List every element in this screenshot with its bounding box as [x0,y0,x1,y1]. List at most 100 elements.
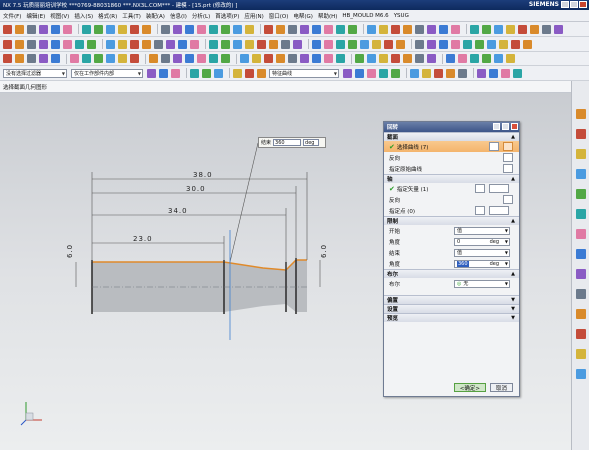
reverse-axis-icon[interactable] [503,195,513,204]
wcs-triad-icon [20,402,42,426]
reverse-direction-icon[interactable] [503,153,513,162]
close-window-button[interactable] [579,1,587,8]
callout-value-input[interactable]: 360 [273,139,302,146]
select-curve-row[interactable]: ✔ 选择曲线 (7) [384,141,519,152]
section-header[interactable]: 截面 ▲ [384,132,519,141]
start-row: 开始 值 ▼ [384,225,519,236]
resource-tab-icon[interactable] [576,269,586,279]
reverse-section-row[interactable]: 反向 [384,152,519,163]
curve-select-icon[interactable] [503,142,513,151]
specify-vector-row[interactable]: ✔ 指定矢量 (1) [384,183,519,194]
chevron-down-icon: ▼ [511,315,515,321]
start-type-value: 值 [457,228,463,234]
dropdown-arrow-icon: ▼ [504,238,508,244]
dropdown-arrow-icon: ▼ [504,227,508,233]
start-label: 开始 [389,228,401,235]
origin-curve-label: 指定原始曲线 [389,166,423,173]
dim-30: 30.0 [186,185,206,193]
boolean-label: 布尔 [389,281,401,288]
settings-header-label: 设置 [387,307,399,313]
dropdown-arrow-icon: ▼ [504,260,508,266]
resource-tab-icon[interactable] [576,129,586,139]
dim-23: 23.0 [133,235,153,243]
preview-header-label: 预览 [387,316,399,322]
point-dialog-icon[interactable] [475,206,485,215]
dialog-button-row: <确定> 取消 [384,383,519,392]
end-angle-row: 角度 360 deg ▼ [384,258,519,269]
start-angle-input[interactable]: 0 deg ▼ [454,237,510,246]
preview-header[interactable]: 预览 ▼ [384,313,519,322]
resource-tab-icon[interactable] [576,189,586,199]
dropdown-arrow-icon: ▼ [504,280,508,286]
dim-left: 6.0 [66,244,74,258]
limits-header[interactable]: 限制 ▲ [384,216,519,225]
origin-curve-icon[interactable] [503,164,513,173]
boolean-header-label: 布尔 [387,272,399,278]
chevron-down-icon: ▼ [511,297,515,303]
resource-tab-icon[interactable] [576,329,586,339]
unit-label: deg [489,238,499,245]
checkmark-icon: ✔ [389,184,395,193]
chevron-up-icon: ▲ [511,134,515,140]
boolean-select[interactable]: ◎ 无 ▼ [454,279,510,288]
axis-header[interactable]: 轴 ▲ [384,174,519,183]
resource-tab-icon[interactable] [576,149,586,159]
sketch-section-icon[interactable] [489,142,499,151]
vector-type-dropdown[interactable] [489,184,509,193]
start-angle-row: 角度 0 deg ▼ [384,236,519,247]
dim-38: 38.0 [193,171,213,179]
reverse-axis-label: 反向 [389,197,401,204]
resource-tab-icon[interactable] [576,369,586,379]
resource-tab-icon[interactable] [576,169,586,179]
dialog-collapse-button[interactable] [502,123,509,130]
reverse-axis-row[interactable]: 反向 [384,194,519,205]
specify-point-row[interactable]: 指定点 (0) [384,205,519,216]
end-angle-callout: 结束 360 deg [258,137,326,148]
resource-tab-icon[interactable] [576,209,586,219]
dim-right: 6.0 [320,244,328,258]
end-angle-value: 360 [457,260,469,267]
end-label: 结束 [389,250,401,257]
settings-header[interactable]: 设置 ▼ [384,304,519,313]
callout-label: 结束 [261,140,272,146]
resource-tab-icon[interactable] [576,109,586,119]
chevron-down-icon: ▼ [511,306,515,312]
boolean-value: 无 [463,281,469,287]
specify-point-label: 指定点 (0) [389,208,416,215]
offset-header-label: 偏置 [387,298,399,304]
specify-vector-label: 指定矢量 (1) [396,186,429,193]
end-row: 结束 值 ▼ [384,247,519,258]
resource-tab-icon[interactable] [576,249,586,259]
maximize-button[interactable] [570,1,578,8]
dropdown-arrow-icon: ▼ [504,249,508,255]
resource-bar [571,81,589,450]
offset-header[interactable]: 偏置 ▼ [384,295,519,304]
boolean-header[interactable]: 布尔 ▲ [384,269,519,278]
resource-tab-icon[interactable] [576,229,586,239]
end-type-select[interactable]: 值 ▼ [454,248,510,257]
section-header-label: 截面 [387,135,399,141]
point-type-dropdown[interactable] [489,206,509,215]
ok-button[interactable]: <确定> [453,383,486,392]
unit-label: deg [489,260,499,267]
chevron-up-icon: ▲ [511,218,515,224]
origin-curve-row[interactable]: 指定原始曲线 [384,163,519,174]
start-type-select[interactable]: 值 ▼ [454,226,510,235]
cancel-button[interactable]: 取消 [489,383,513,392]
vector-dialog-icon[interactable] [475,184,485,193]
end-type-value: 值 [457,250,463,256]
axis-header-label: 轴 [387,177,393,183]
start-angle-value: 0 [457,238,461,245]
chevron-up-icon: ▲ [511,176,515,182]
end-angle-input[interactable]: 360 deg ▼ [454,259,510,268]
resource-tab-icon[interactable] [576,309,586,319]
dialog-close-button[interactable] [511,123,518,130]
revolve-dialog: 回转 截面 ▲ ✔ 选择曲线 (7) 反向 指定原始曲线 轴 ▲ ✔ 指定矢量 (1… [383,121,520,397]
dialog-title-bar: 回转 [384,122,519,132]
start-angle-label: 角度 [389,239,401,246]
callout-unit[interactable]: deg [303,139,320,146]
boolean-row: 布尔 ◎ 无 ▼ [384,278,519,289]
resource-tab-icon[interactable] [576,349,586,359]
dialog-reset-button[interactable] [493,123,500,130]
resource-tab-icon[interactable] [576,289,586,299]
